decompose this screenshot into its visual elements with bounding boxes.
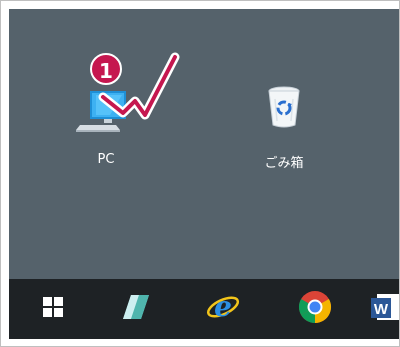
desktop-icon-label: ごみ箱 bbox=[264, 156, 304, 171]
taskbar-word-button[interactable]: W bbox=[371, 285, 399, 329]
taskbar-internet-explorer-button[interactable]: e bbox=[199, 285, 247, 329]
desktop-icon-recycle-bin[interactable]: ごみ箱 bbox=[244, 9, 324, 179]
taskbar: e W bbox=[9, 279, 399, 339]
desktop[interactable]: PC ごみ箱 1 bbox=[9, 9, 399, 279]
taskbar-chrome-button[interactable] bbox=[291, 285, 339, 329]
taskbar-notepad-button[interactable] bbox=[111, 285, 159, 329]
word-icon: W bbox=[371, 294, 399, 320]
screenshot-frame: PC ごみ箱 1 e W bbox=[0, 0, 400, 347]
svg-text:W: W bbox=[374, 301, 389, 318]
windows-start-icon bbox=[43, 297, 63, 317]
check-mark-icon bbox=[98, 52, 180, 120]
chrome-icon bbox=[298, 291, 332, 324]
recycle-bin-icon bbox=[268, 86, 300, 128]
internet-explorer-icon: e bbox=[206, 290, 240, 323]
taskbar-start-button[interactable] bbox=[29, 285, 77, 329]
svg-text:e: e bbox=[214, 290, 232, 323]
notepad-app-icon bbox=[123, 295, 149, 319]
